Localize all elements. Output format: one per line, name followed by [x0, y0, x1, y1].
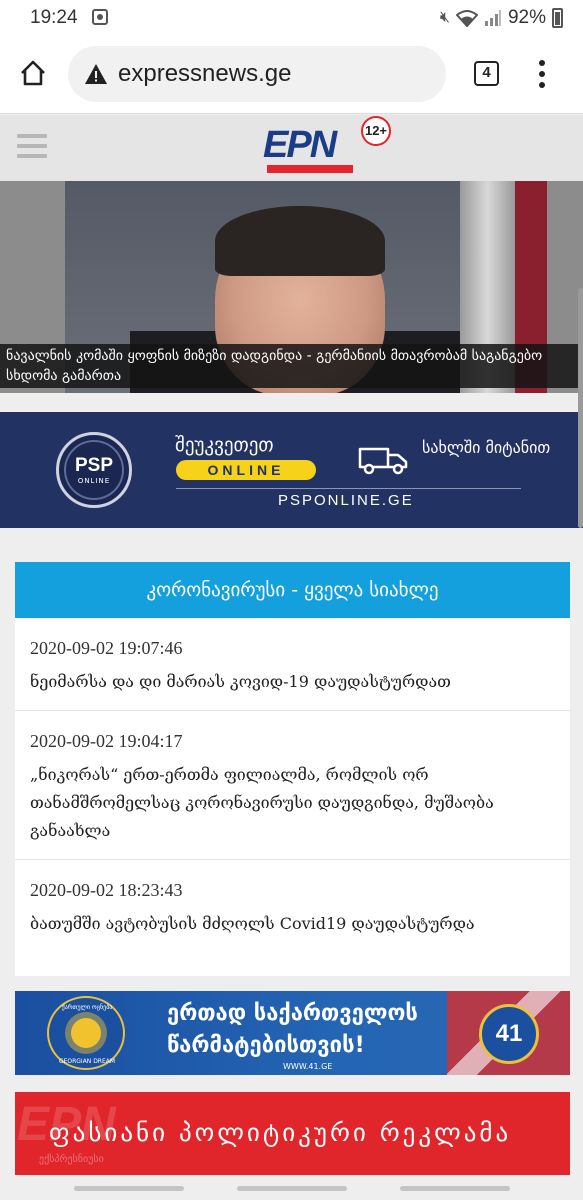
site-header: EPN	[0, 115, 583, 181]
psp-delivery-text: სახლში მიტანით	[422, 438, 551, 457]
hero-caption[interactable]: ნავალნის კომაში ყოფნის მიზეზი დადგინდა -…	[0, 344, 578, 388]
paid-ad-watermark-sub: ექსპრესნიუსი	[39, 1154, 104, 1165]
paid-ad-text: ფასიანი პოლიტიკური რეკლამა	[49, 1118, 512, 1147]
nav-home-handle[interactable]	[237, 1186, 347, 1191]
site-logo[interactable]: EPN	[263, 125, 355, 173]
warning-icon[interactable]	[84, 63, 108, 85]
news-date: 2020-09-02 18:23:43	[30, 880, 183, 900]
browser-toolbar: expressnews.ge 4	[0, 34, 583, 114]
status-icons: 🔇︎ 92%	[440, 7, 563, 29]
battery-percent: 92%	[507, 7, 546, 28]
psp-logo-text: PSP	[74, 455, 114, 476]
gd-logo-bottom-text: GEORGIAN DREAM	[58, 1058, 116, 1065]
psp-divider	[176, 488, 521, 489]
gd-logo-top-text: ქართული ოცნება	[61, 1004, 113, 1011]
status-time: 19:24	[30, 7, 78, 28]
system-navigation-bar	[0, 1178, 583, 1200]
party-number-badge: 41	[479, 1004, 539, 1064]
psp-order-text: შეუკვეთეთ	[175, 434, 274, 456]
news-item[interactable]: 2020-09-02 19:04:17 „ნიკორას“ ერთ-ერთმა …	[15, 711, 570, 860]
news-title[interactable]: „ნიკორას“ ერთ-ერთმა ფილიალმა, რომლის ორ …	[30, 752, 555, 859]
page-scrollbar[interactable]	[578, 288, 583, 528]
covid-news-list: 2020-09-02 19:07:46 ნეიმარსა და დი მარია…	[15, 618, 570, 976]
nav-back-handle[interactable]	[400, 1186, 510, 1191]
georgian-dream-ad-banner[interactable]: ქართული ოცნება GEORGIAN DREAM ერთად საქა…	[15, 991, 570, 1075]
hamburger-menu-icon[interactable]	[17, 134, 47, 158]
news-date: 2020-09-02 19:07:46	[30, 638, 183, 658]
gd-slogan-line2: წარმატებისთვის!	[167, 1033, 365, 1058]
battery-icon	[552, 8, 563, 28]
address-bar[interactable]: expressnews.ge	[68, 46, 446, 102]
mute-icon: 🔇︎	[439, 9, 450, 26]
logo-underline	[267, 165, 353, 173]
nav-recents-handle[interactable]	[74, 1186, 184, 1191]
age-rating-badge: 12+	[361, 116, 391, 146]
status-bar: 19:24 🔇︎ 92%	[0, 0, 583, 34]
news-title[interactable]: ნეიმარსა და დი მარიას კოვიდ-19 დაუდასტურ…	[30, 659, 555, 710]
home-icon[interactable]	[19, 59, 47, 87]
tab-switcher-button[interactable]: 4	[474, 61, 499, 86]
hero-article[interactable]: ნავალნის კომაში ყოფნის მიზეზი დადგინდა -…	[0, 181, 583, 393]
sun-icon	[71, 1018, 101, 1048]
psp-logo: PSP ONLINE	[56, 432, 132, 508]
paid-political-ad-banner[interactable]: EPN ექსპრესნიუსი ფასიანი პოლიტიკური რეკლ…	[15, 1092, 570, 1175]
psp-url: PSPONLINE.GE	[278, 492, 414, 509]
psp-logo-sub: ONLINE	[77, 477, 111, 485]
georgian-dream-logo: ქართული ოცნება GEORGIAN DREAM	[47, 996, 125, 1070]
url-text[interactable]: expressnews.ge	[118, 60, 291, 88]
wifi-icon	[455, 10, 478, 27]
covid-section-header[interactable]: კორონავირუსი - ყველა სიახლე	[15, 562, 570, 618]
news-item[interactable]: 2020-09-02 19:07:46 ნეიმარსა და დი მარია…	[15, 618, 570, 711]
news-title[interactable]: ბათუმში ავტობუსის მძღოლს Covid19 დაუდასტ…	[30, 901, 555, 952]
gd-slogan-line1: ერთად საქართველოს	[167, 1001, 418, 1026]
news-item[interactable]: 2020-09-02 18:23:43 ბათუმში ავტობუსის მძ…	[15, 860, 570, 952]
browser-menu-icon[interactable]	[538, 60, 546, 88]
gd-url: WWW.41.GE	[283, 1062, 333, 1071]
logo-text: EPN	[263, 124, 337, 166]
signal-icon	[484, 10, 501, 26]
psp-ad-banner[interactable]: PSP ONLINE შეუკვეთეთ ONLINE სახლში მიტან…	[0, 412, 583, 528]
psp-online-badge: ONLINE	[176, 460, 316, 480]
news-date: 2020-09-02 19:04:17	[30, 731, 183, 751]
delivery-truck-icon	[358, 447, 408, 475]
screenshot-icon	[92, 9, 108, 25]
